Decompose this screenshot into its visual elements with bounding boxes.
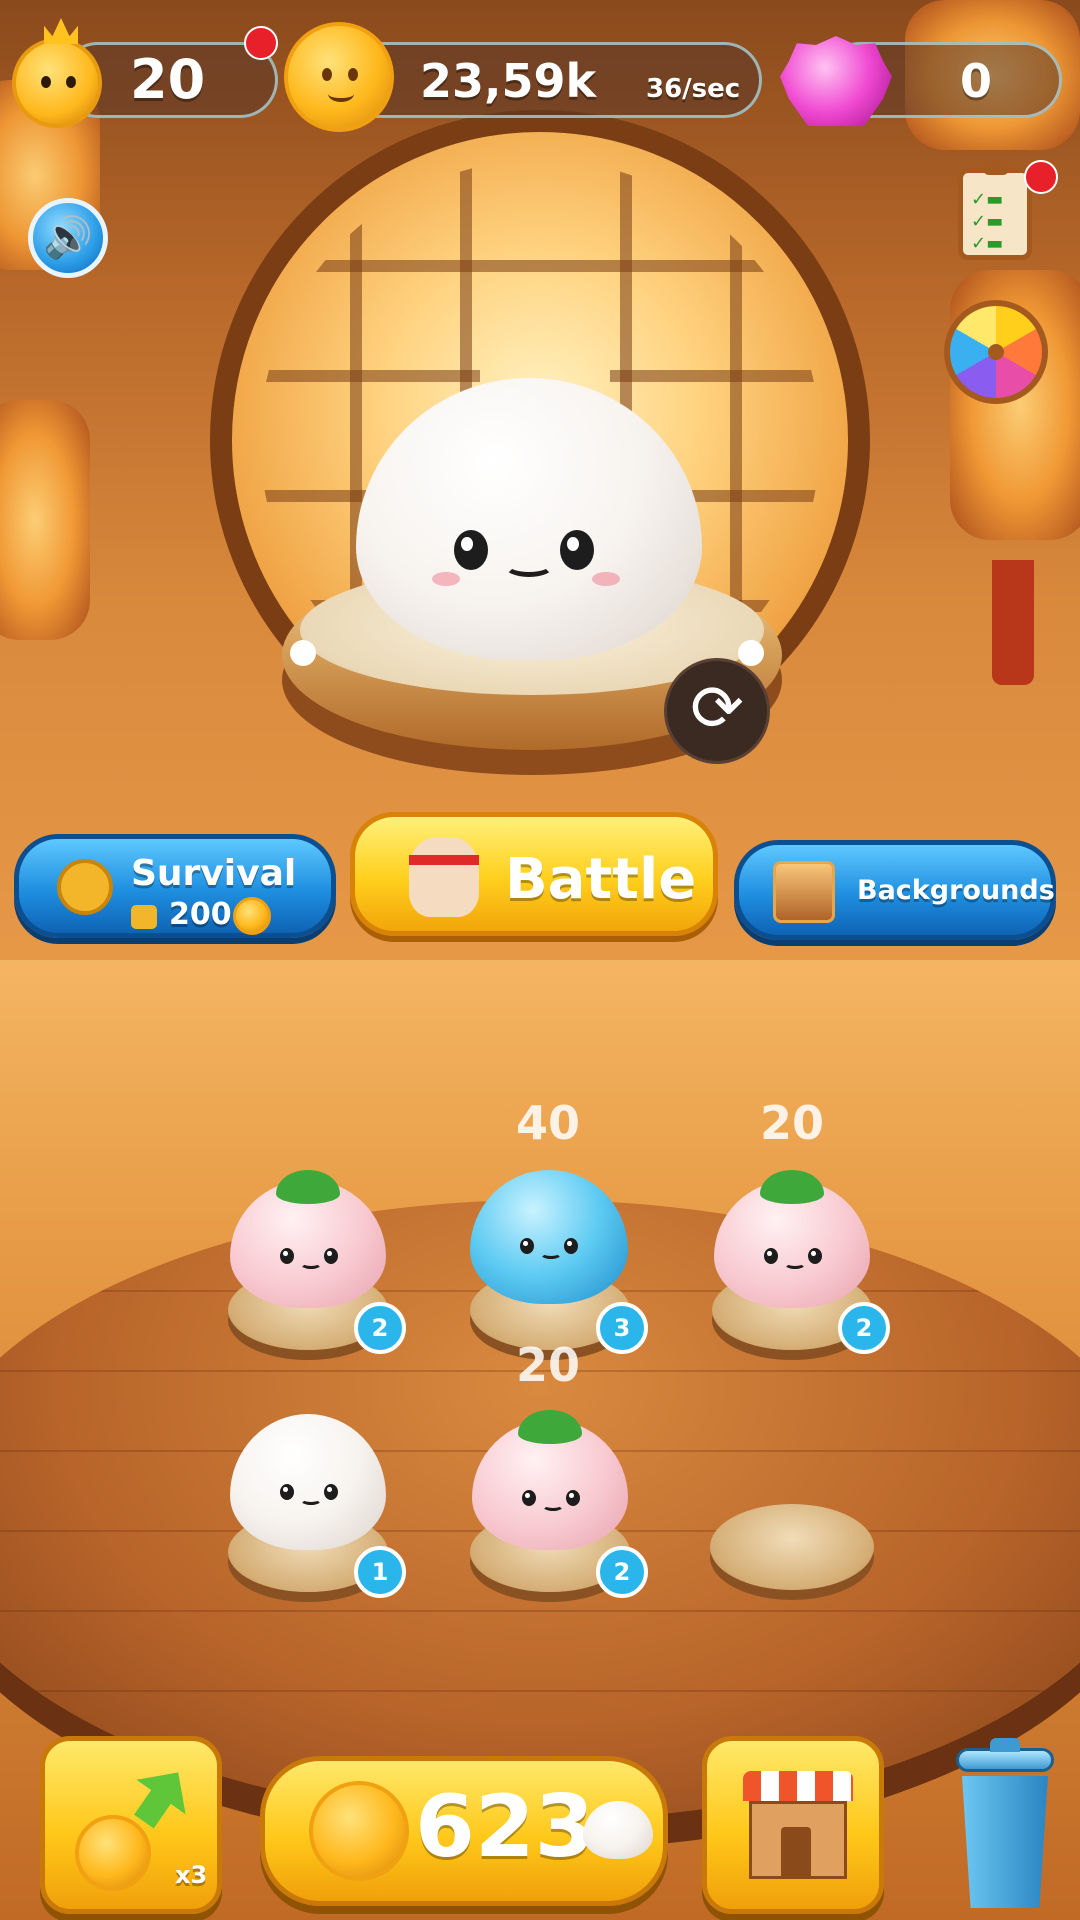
battle-button[interactable]: Battle [350, 812, 718, 936]
trash-icon [962, 1776, 1048, 1908]
survival-label: Survival [131, 853, 297, 894]
slot-value: 20 [759, 1096, 824, 1150]
clipboard-icon: ✓▬ ✓▬ ✓▬ [971, 189, 1004, 254]
lantern-left [0, 400, 90, 640]
slot-value: 20 [515, 1338, 580, 1392]
slot-value: 40 [515, 1096, 580, 1150]
rotate-icon: ⟳ [690, 672, 744, 746]
battle-label: Battle [505, 847, 697, 912]
trash-button[interactable] [950, 1738, 1060, 1910]
level-badge: 2 [596, 1546, 648, 1598]
fortune-wheel-icon [988, 344, 1004, 360]
crown-bun-icon [12, 18, 102, 128]
coins-rate: 36/sec [646, 74, 741, 104]
level-badge: 2 [354, 1302, 406, 1354]
backgrounds-button[interactable]: Backgrounds [734, 840, 1056, 940]
survival-cost: 200 [169, 897, 232, 932]
stopwatch-icon [57, 859, 113, 915]
coin-icon [75, 1815, 151, 1891]
coin-icon [284, 22, 394, 132]
shop-icon [743, 1771, 853, 1881]
white-bun-icon [583, 1801, 653, 1859]
level-badge: 2 [838, 1302, 890, 1354]
tasks-button[interactable]: ✓▬ ✓▬ ✓▬ [958, 161, 1032, 260]
multiplier-label: x3 [175, 1861, 208, 1889]
gems-value: 0 [960, 54, 993, 108]
sound-button[interactable]: 🔊 [28, 198, 108, 278]
bun-price: 623 [415, 1777, 595, 1877]
lock-icon [131, 905, 157, 929]
coins-value: 23,59k [420, 54, 597, 108]
buy-bun-button[interactable]: 623 [260, 1756, 668, 1906]
rotate-button[interactable]: ⟳ [664, 658, 770, 764]
fortune-wheel-button[interactable] [944, 300, 1048, 404]
level-notification-dot [244, 26, 278, 60]
lantern-tassel [992, 560, 1034, 685]
coin-small-icon [233, 897, 271, 935]
survival-button[interactable]: Survival 200 [14, 834, 336, 938]
tasks-notification-dot [1024, 160, 1058, 194]
level-badge: 1 [354, 1546, 406, 1598]
background-scene [0, 0, 1080, 1920]
warrior-bun-icon [409, 837, 479, 917]
speaker-icon: 🔊 [43, 215, 93, 261]
coin-icon [309, 1781, 409, 1881]
backgrounds-label: Backgrounds [857, 875, 1055, 906]
background-thumbnail-icon [773, 861, 835, 923]
level-value: 20 [130, 48, 206, 111]
shop-button[interactable] [702, 1736, 884, 1914]
upgrade-income-button[interactable]: x3 [40, 1736, 222, 1914]
